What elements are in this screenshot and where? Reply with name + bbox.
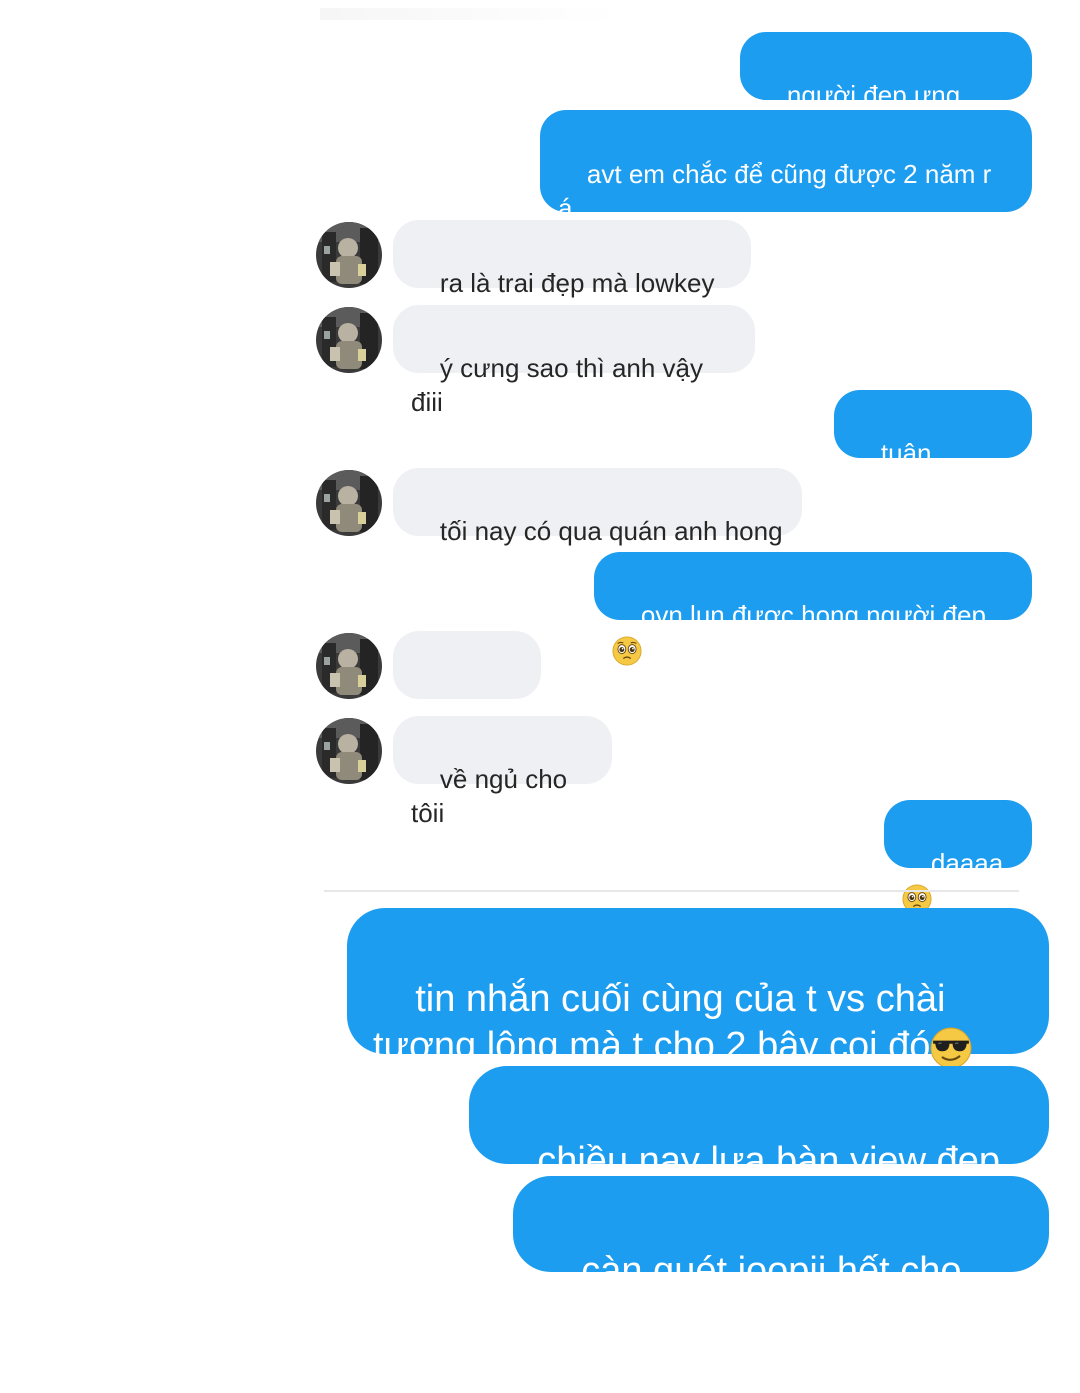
contact-avatar-icon[interactable]: [316, 718, 382, 784]
received-message-bubble[interactable]: hongggg: [393, 631, 541, 743]
received-message-bubble[interactable]: ý cưng sao thì anh vậy điii: [393, 305, 755, 417]
top-fade: [320, 8, 620, 20]
received-message-bubble[interactable]: ra là trai đẹp mà lowkey à: [393, 220, 751, 332]
received-message-bubble[interactable]: về ngủ cho tôii: [393, 716, 612, 828]
sent-message-bubble[interactable]: dạaaa: [884, 800, 1032, 868]
sent-message-bubble[interactable]: càn quét joopii hết cho anh: [513, 1176, 1049, 1340]
contact-avatar-icon[interactable]: [316, 633, 382, 699]
divider: [324, 890, 1019, 892]
sent-message-bubble[interactable]: người đẹp ưng hong: [740, 32, 1032, 144]
sent-message-bubble[interactable]: tin nhắn cuối cùng của t vs chài tương l…: [347, 908, 1049, 1054]
message-text: ý cưng sao thì anh vậy điii: [411, 353, 711, 417]
sent-message-bubble[interactable]: ovn lun được hong người đẹp: [594, 552, 1032, 620]
message-text: avt em chắc để cũng được 2 năm r á: [558, 158, 992, 223]
sent-message-bubble[interactable]: avt em chắc để cũng được 2 năm r á: [540, 110, 1032, 223]
sent-message-bubble[interactable]: chiều nay lựa bàn view đẹp đi: [469, 1066, 1049, 1230]
chat-screen: người đẹp ưng hong avt em chắc để cũng đ…: [0, 0, 1080, 1340]
message-text: tối nay có qua quán anh hong: [439, 516, 783, 547]
message-text: về ngủ cho tôii: [411, 764, 575, 828]
contact-avatar-icon[interactable]: [316, 307, 382, 373]
sent-message-bubble[interactable]: tuân lệnhhhh: [834, 390, 1032, 502]
pleading-face-emoji: [612, 636, 642, 666]
message-text: tuân lệnhhhh: [852, 438, 945, 502]
message-text: dạaaa: [930, 848, 1004, 879]
message-text: tin nhắn cuối cùng của t vs chài tương l…: [373, 978, 946, 1067]
message-text: ovn lun được hong người đẹp: [640, 600, 986, 631]
message-text: càn quét joopii hết cho anh: [539, 1249, 973, 1341]
sunglasses-emoji: [930, 1027, 972, 1069]
contact-avatar-icon[interactable]: [316, 470, 382, 536]
contact-avatar-icon[interactable]: [316, 222, 382, 288]
received-message-bubble[interactable]: tối nay có qua quán anh hong: [393, 468, 802, 546]
